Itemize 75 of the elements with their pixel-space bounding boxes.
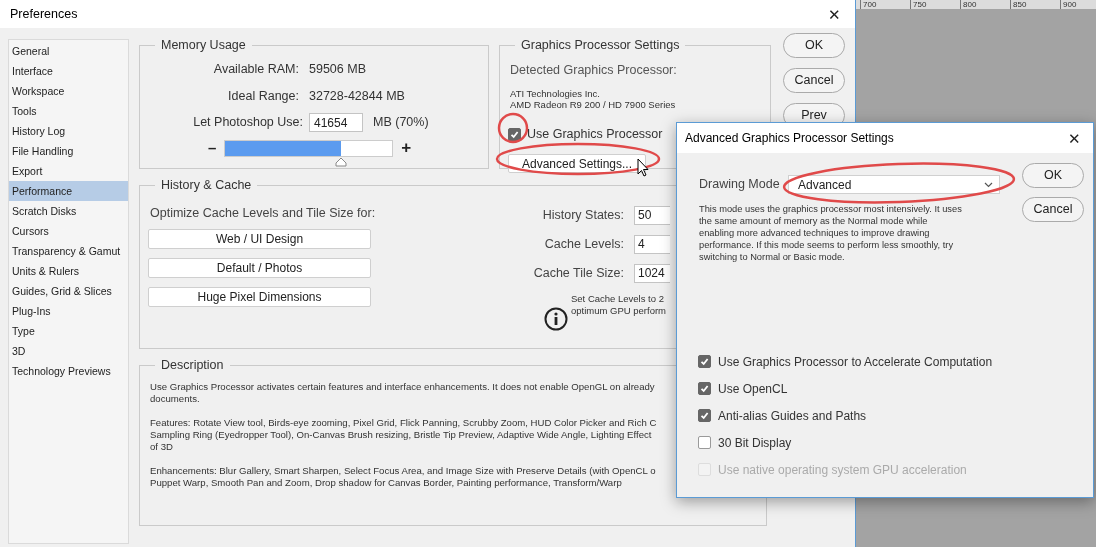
gpu-name: ATI Technologies Inc. AMD Radeon R9 200 / HD 7900 Series xyxy=(510,88,677,111)
checkbox-label: Use Graphics Processor xyxy=(527,126,663,144)
sidebar-item[interactable]: Transparency & Gamut xyxy=(9,241,128,261)
preset-button[interactable]: Web / UI Design xyxy=(148,229,371,250)
checkbox-label: Anti-alias Guides and Paths xyxy=(718,407,867,425)
sidebar-item[interactable]: General xyxy=(9,41,128,61)
sidebar-item[interactable]: Technology Previews xyxy=(9,361,128,381)
sidebar-item[interactable]: Performance xyxy=(9,181,128,201)
close-button[interactable]: ✕ xyxy=(1064,130,1085,146)
ruler-label: 900 xyxy=(1060,0,1096,9)
number-input[interactable]: 4 xyxy=(634,234,670,254)
memory-input[interactable]: 41654 xyxy=(309,113,363,132)
group-title: Memory Usage xyxy=(160,39,247,52)
description-text: Use Graphics Processor activates certain features and interface enhancements. It does not enable OpenGL on already documents. xyxy=(150,380,655,405)
field-label: Drawing Mode xyxy=(699,176,781,194)
checkbox[interactable] xyxy=(698,409,711,422)
checkbox[interactable] xyxy=(698,355,711,368)
checkbox[interactable] xyxy=(698,382,711,395)
sidebar-item[interactable]: Type xyxy=(9,321,128,341)
info-note: Set Cache Levels to 2 optimum GPU perform xyxy=(571,292,667,317)
close-button[interactable]: ✕ xyxy=(824,6,845,22)
mode-explanation: This mode uses the graphics processor most intensively. It uses the same amount of memory as the Normal mode while enabling more advanced techniques to improve drawing performance. If this mode seems to perform less smoothly, try switching to Normal or Basic mode. xyxy=(699,203,963,263)
sidebar-item[interactable]: Scratch Disks xyxy=(9,201,128,221)
cursor-icon xyxy=(637,158,649,177)
sidebar-item[interactable]: Cursors xyxy=(9,221,128,241)
checkbox-label: Use OpenCL xyxy=(718,380,788,398)
sidebar-item[interactable]: Export xyxy=(9,161,128,181)
ruler-label: 750 xyxy=(910,0,960,9)
plus-button[interactable]: + xyxy=(401,140,412,156)
sidebar-item[interactable]: File Handling xyxy=(9,141,128,161)
unit-label: MB (70%) xyxy=(373,114,429,132)
number-input[interactable]: 50 xyxy=(634,205,670,225)
sidebar-item[interactable]: Interface xyxy=(9,61,128,81)
field-value: 59506 MB xyxy=(309,60,366,78)
ruler-label: 800 xyxy=(960,0,1010,9)
dialog-button[interactable]: OK xyxy=(783,33,845,58)
sidebar-item[interactable]: History Log xyxy=(9,121,128,141)
group-title: History & Cache xyxy=(160,179,253,192)
field-label: Cache Levels: xyxy=(543,235,624,253)
caret-icon xyxy=(984,181,993,188)
field-value: 32728-42844 MB xyxy=(309,88,405,106)
window-title: Preferences xyxy=(10,5,78,23)
sidebar-item[interactable]: Tools xyxy=(9,101,128,121)
dialog-button[interactable]: OK xyxy=(1022,163,1084,188)
description-text: Enhancements: Blur Gallery, Smart Sharpen, Select Focus Area, and Image Size with Preserve Details (with OpenCL o Puppet Warp, Smooth Pan and Zoom, Drop shadow for Canvas Border, Painting performance, Transform/Warp xyxy=(150,464,656,489)
checkbox-label: Use Graphics Processor to Accelerate Computation xyxy=(718,353,993,371)
description-text: Features: Rotate View tool, Birds-eye zooming, Pixel Grid, Flick Panning, Scrubby Zoom, HUD Color Picker and Rich C Sampling Ring (Eyedropper Tool), On-Canvas Brush resizing, Bristle Tip Preview, Adaptive Wide Angle, Lighting Effect of 3D xyxy=(150,416,657,453)
field-label: Available RAM: xyxy=(212,60,299,78)
field-label: History States: xyxy=(541,206,624,224)
info-icon xyxy=(544,306,568,331)
dialog-button[interactable]: Cancel xyxy=(783,68,845,93)
checkbox-label: 30 Bit Display xyxy=(718,434,792,452)
dialog-button[interactable]: Cancel xyxy=(1022,197,1084,222)
field-label: Detected Graphics Processor: xyxy=(510,61,678,79)
number-input[interactable]: 1024 xyxy=(634,263,670,283)
sidebar-item[interactable]: Guides, Grid & Slices xyxy=(9,281,128,301)
sidebar-item[interactable]: 3D xyxy=(9,341,128,361)
field-label: Let Photoshop Use: xyxy=(192,114,303,132)
field-label: Ideal Range: xyxy=(227,88,299,106)
field-label: Cache Tile Size: xyxy=(532,264,624,282)
sidebar-item[interactable]: Workspace xyxy=(9,81,128,101)
drawing-mode-dropdown[interactable]: Advanced xyxy=(788,175,1000,194)
ruler-label: 850 xyxy=(1010,0,1060,9)
group-title: Graphics Processor Settings xyxy=(520,39,681,52)
checkbox[interactable] xyxy=(698,436,711,449)
sidebar-item[interactable]: Units & Rulers xyxy=(9,261,128,281)
section-label: Optimize Cache Levels and Tile Size for: xyxy=(150,204,377,222)
sidebar-item[interactable]: Plug-Ins xyxy=(9,301,128,321)
group-title: Description xyxy=(160,359,225,372)
preset-button[interactable]: Huge Pixel Dimensions xyxy=(148,287,371,308)
minus-button[interactable]: – xyxy=(208,140,217,156)
dialog-title: Advanced Graphics Processor Settings xyxy=(685,130,894,147)
preset-button[interactable]: Default / Photos xyxy=(148,258,371,279)
checkbox-label: Use native operating system GPU acceleration xyxy=(718,461,967,479)
ruler-label: 700 xyxy=(860,0,910,9)
